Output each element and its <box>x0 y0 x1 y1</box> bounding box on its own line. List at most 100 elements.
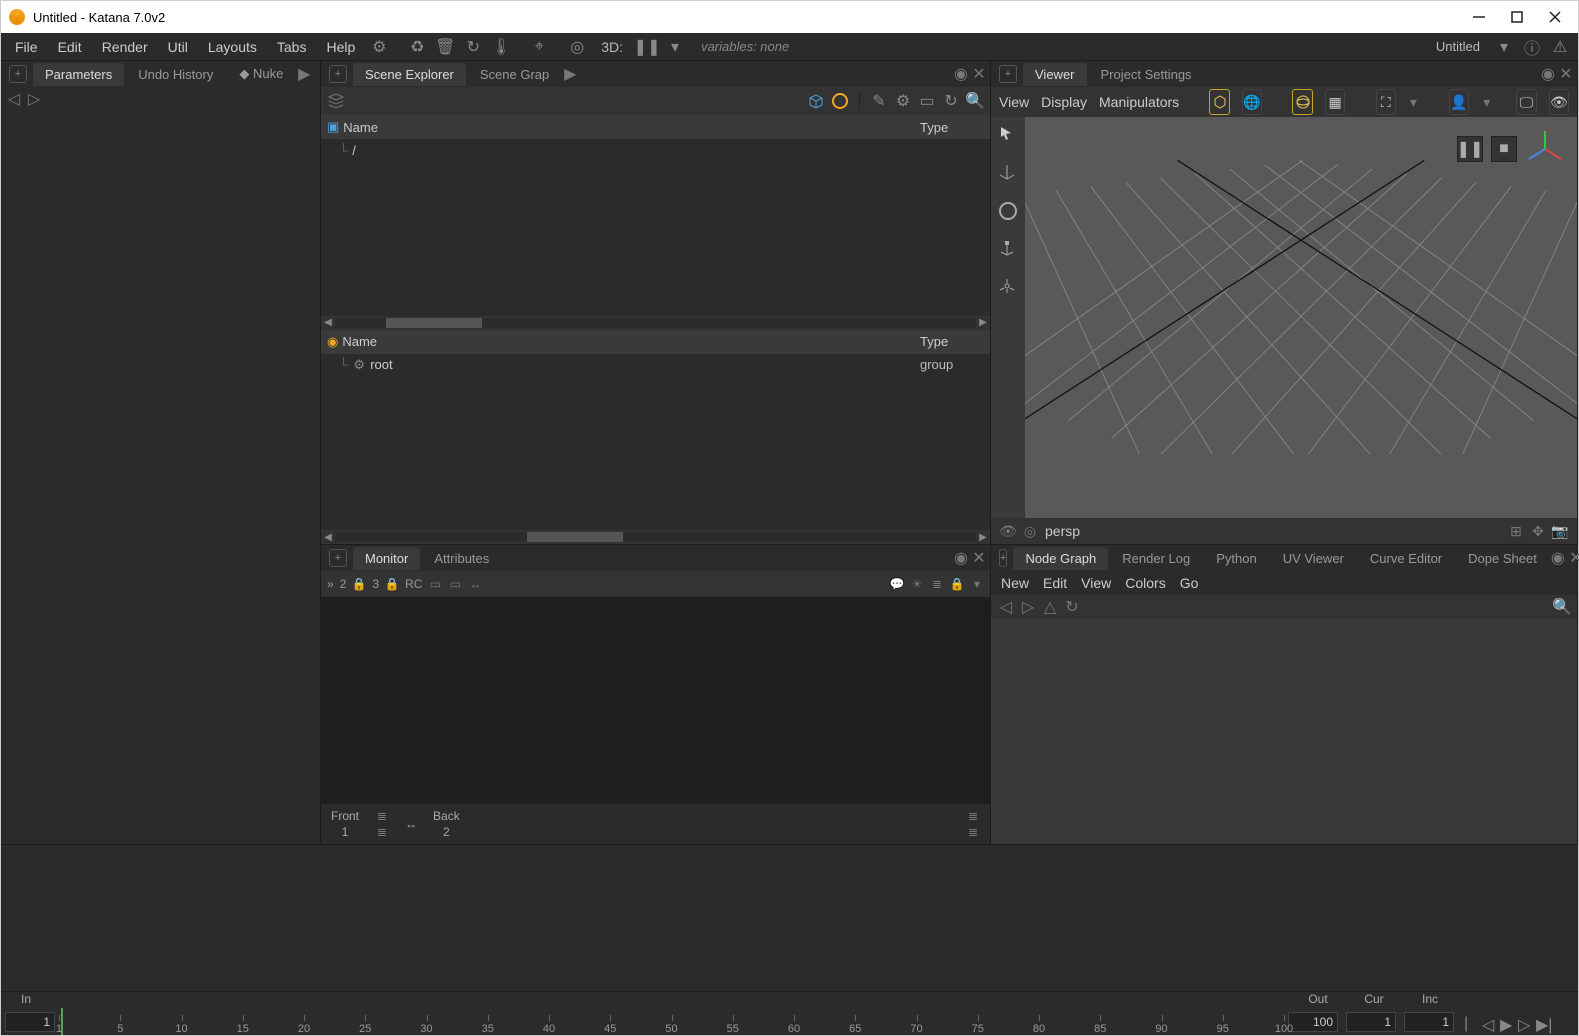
maximize-button[interactable] <box>1510 10 1524 24</box>
axis-gizmo-icon[interactable] <box>1525 129 1565 169</box>
tab-dope-sheet[interactable]: Dope Sheet <box>1456 547 1549 570</box>
scale-axis-icon[interactable] <box>998 239 1018 259</box>
project-name[interactable]: Untitled <box>1436 39 1480 54</box>
chevron-down-icon[interactable]: ▾ <box>1481 95 1492 109</box>
variables-label[interactable]: variables: none <box>701 39 789 54</box>
column-type[interactable]: Type <box>920 120 990 135</box>
column-name[interactable]: Name <box>339 120 920 135</box>
view-3d-label[interactable]: 3D: <box>591 35 633 59</box>
light-icon[interactable]: ☀ <box>910 577 924 591</box>
front-value[interactable]: 1 <box>342 825 349 839</box>
chevrons-icon[interactable]: » <box>327 577 334 591</box>
layers-icon[interactable] <box>327 92 345 110</box>
scroll-right-icon[interactable]: ▶ <box>976 532 990 543</box>
list-item[interactable]: └ ⚙ root group <box>321 354 990 376</box>
eye-toggle-icon[interactable]: 👁 <box>1549 89 1569 115</box>
out-frame-input[interactable]: 100 <box>1288 1012 1338 1032</box>
toolbar-2d[interactable]: 2 <box>340 577 347 591</box>
tab-close-icon[interactable]: ✕ <box>972 551 986 565</box>
viewer-pause-button[interactable]: ❚❚ <box>1457 136 1483 162</box>
snap-icon[interactable]: ⊞ <box>1509 524 1523 538</box>
tool-icon[interactable]: ↔ <box>468 577 482 591</box>
cur-frame-input[interactable]: 1 <box>1346 1012 1396 1032</box>
recycle-icon[interactable]: ♻ <box>409 39 425 55</box>
inc-frame-input[interactable]: 1 <box>1404 1012 1454 1032</box>
shaded-cube-icon[interactable] <box>1209 89 1229 115</box>
forward-icon[interactable]: ▷ <box>1021 600 1035 614</box>
wireframe-globe-icon[interactable] <box>1292 89 1312 115</box>
lock-icon[interactable]: 🔒 <box>950 577 964 591</box>
refresh-icon[interactable]: ↻ <box>465 39 481 55</box>
tab-attributes[interactable]: Attributes <box>422 547 501 570</box>
pencil-icon[interactable]: ✎ <box>870 92 888 110</box>
center-pivot-icon[interactable] <box>998 277 1018 297</box>
swap-icon[interactable]: ↔ <box>405 817 417 831</box>
refresh-icon[interactable]: ↻ <box>1065 600 1079 614</box>
tab-nuke[interactable]: ◆ Nuke <box>227 62 295 86</box>
back-icon[interactable]: ◁ <box>7 92 21 106</box>
search-icon[interactable]: 🔍 <box>1555 600 1569 614</box>
tab-monitor[interactable]: Monitor <box>353 547 420 570</box>
tab-scene-explorer[interactable]: Scene Explorer <box>353 63 466 86</box>
add-tab-button[interactable]: + <box>999 65 1017 83</box>
viewer-canvas[interactable]: ❚❚ ■ <box>1025 117 1577 518</box>
tab-uv-viewer[interactable]: UV Viewer <box>1271 547 1356 570</box>
tab-close-icon[interactable]: ✕ <box>1569 551 1579 565</box>
column-type[interactable]: Type <box>920 334 990 349</box>
forward-icon[interactable]: ▷ <box>27 92 41 106</box>
ng-menu-new[interactable]: New <box>1001 575 1029 591</box>
scene-hscroll[interactable]: ◀ ▶ <box>321 316 990 330</box>
back-icon[interactable]: ◁ <box>999 600 1013 614</box>
list-icon[interactable]: ≣ <box>375 825 389 839</box>
minimize-button[interactable] <box>1472 10 1486 24</box>
menu-help[interactable]: Help <box>316 35 365 59</box>
trash-icon[interactable]: 🗑 <box>437 39 453 55</box>
thermometer-icon[interactable]: 🌡 <box>493 39 509 55</box>
tab-render-log[interactable]: Render Log <box>1110 547 1202 570</box>
title-bar[interactable]: Untitled - Katana 7.0v2 <box>1 1 1578 33</box>
cube-blue-icon[interactable] <box>807 92 825 110</box>
in-frame-input[interactable]: 1 <box>5 1012 55 1032</box>
nodegraph-canvas[interactable] <box>991 619 1577 844</box>
lock-icon[interactable]: 🔒 <box>352 577 366 591</box>
tab-pin-icon[interactable]: ◉ <box>1541 67 1555 81</box>
viewer-stop-button[interactable]: ■ <box>1491 136 1517 162</box>
monitor-viewport[interactable] <box>321 597 990 804</box>
pause-icon[interactable]: ❚❚ <box>639 39 655 55</box>
scroll-thumb[interactable] <box>386 318 482 328</box>
info-icon[interactable]: ⓘ <box>1524 39 1540 55</box>
tab-python[interactable]: Python <box>1204 547 1268 570</box>
viewer-menu-display[interactable]: Display <box>1041 94 1087 110</box>
list-icon[interactable]: ≣ <box>966 825 980 839</box>
play-overflow-icon[interactable]: ▶ <box>297 67 311 81</box>
menu-util[interactable]: Util <box>158 35 198 59</box>
lock-icon[interactable]: 🔒 <box>385 577 399 591</box>
move-icon[interactable]: ✥ <box>1531 524 1545 538</box>
list-icon[interactable]: ≣ <box>966 809 980 823</box>
viewer-menu-manipulators[interactable]: Manipulators <box>1099 94 1179 110</box>
add-tab-button[interactable]: + <box>329 549 347 567</box>
bug-icon[interactable]: ⌖ <box>531 39 547 55</box>
close-button[interactable] <box>1548 10 1562 24</box>
graph-list-body[interactable]: └ ⚙ root group <box>321 354 990 531</box>
column-name[interactable]: Name <box>338 334 920 349</box>
chevron-down-icon[interactable]: ▾ <box>1408 95 1419 109</box>
add-tab-button[interactable]: + <box>9 65 27 83</box>
globe-icon[interactable]: ◎ <box>569 39 585 55</box>
box-icon[interactable]: ▭ <box>918 92 936 110</box>
ng-menu-go[interactable]: Go <box>1180 575 1199 591</box>
list-item[interactable]: └ / <box>321 139 990 161</box>
camera-icon[interactable]: 📷 <box>1553 524 1567 538</box>
target-icon[interactable]: ◎ <box>1023 524 1037 538</box>
globe-btn-icon[interactable]: 🌐 <box>1242 89 1262 115</box>
person-icon[interactable]: 👤 <box>1449 89 1469 115</box>
step-back-icon[interactable]: ◁ <box>1482 1015 1496 1029</box>
scroll-left-icon[interactable]: ◀ <box>321 317 335 328</box>
step-fwd-icon[interactable]: ▷ <box>1518 1015 1532 1029</box>
ng-menu-view[interactable]: View <box>1081 575 1111 591</box>
eye-icon[interactable]: 👁 <box>1001 524 1015 538</box>
list-icon[interactable]: ≣ <box>375 809 389 823</box>
play-icon[interactable]: ▶ <box>1500 1015 1514 1029</box>
goto-end-icon[interactable]: ▶| <box>1536 1015 1550 1029</box>
menu-layouts[interactable]: Layouts <box>198 35 267 59</box>
